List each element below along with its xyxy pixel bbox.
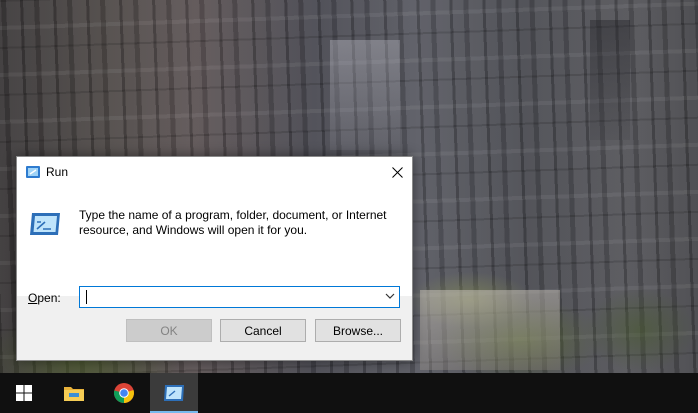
run-icon xyxy=(26,166,40,178)
ok-button[interactable]: OK xyxy=(126,319,212,342)
dialog-content: Type the name of a program, folder, docu… xyxy=(17,187,412,308)
run-program-icon xyxy=(30,213,60,235)
taskbar-run[interactable] xyxy=(150,373,198,413)
dialog-title: Run xyxy=(46,165,69,179)
windows-logo-icon xyxy=(16,385,32,401)
text-cursor xyxy=(86,290,87,304)
wallpaper-detail xyxy=(420,290,560,370)
folder-icon xyxy=(64,387,84,401)
browse-button[interactable]: Browse... xyxy=(315,319,401,342)
open-combobox[interactable] xyxy=(79,286,400,308)
start-button[interactable] xyxy=(0,373,48,413)
taskbar xyxy=(0,373,698,413)
wallpaper-detail xyxy=(590,20,630,140)
open-label-hotkey: O xyxy=(28,291,38,305)
wallpaper-detail xyxy=(330,40,400,150)
open-label-rest: pen: xyxy=(37,291,61,305)
chevron-down-icon[interactable] xyxy=(385,293,395,300)
taskbar-file-explorer[interactable] xyxy=(50,373,98,413)
dialog-description: Type the name of a program, folder, docu… xyxy=(79,208,387,237)
chrome-icon xyxy=(113,383,134,403)
button-row: OK Cancel Browse... xyxy=(17,317,412,343)
run-dialog: Run Type the name of a program, folder, … xyxy=(16,156,413,361)
close-button[interactable] xyxy=(382,157,412,187)
taskbar-chrome[interactable] xyxy=(100,373,148,413)
close-icon xyxy=(391,166,403,178)
run-icon xyxy=(164,385,184,401)
title-bar[interactable]: Run xyxy=(17,157,412,187)
cancel-button[interactable]: Cancel xyxy=(220,319,306,342)
open-label: Open: xyxy=(28,291,61,305)
